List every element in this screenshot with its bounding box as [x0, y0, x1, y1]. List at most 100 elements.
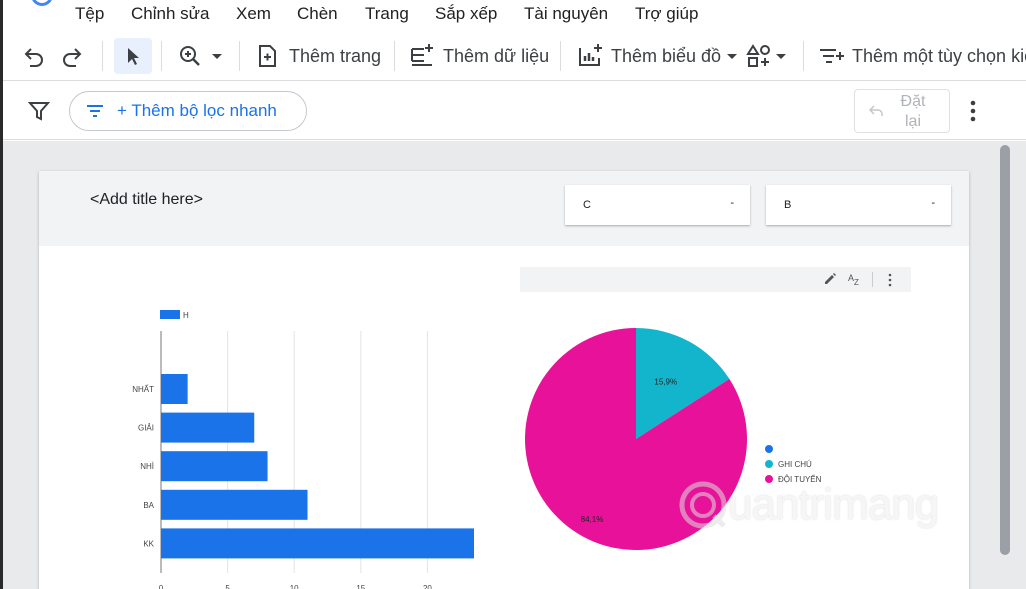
y-category-label: NHÌ: [140, 462, 154, 471]
menu-edit[interactable]: Chỉnh sửa: [131, 4, 209, 24]
menu-file[interactable]: Tệp: [75, 4, 104, 24]
y-category-label: KK: [143, 539, 154, 548]
cursor-arrow-icon: [128, 48, 139, 65]
bar: [161, 528, 474, 559]
control-label: B: [784, 199, 792, 211]
zoom-button[interactable]: [178, 44, 224, 68]
y-category-label: NHẤT: [132, 384, 154, 394]
legend-dot: [765, 445, 773, 453]
page-title[interactable]: <Add title here>: [90, 191, 203, 209]
zoom-in-icon: [180, 46, 200, 66]
reset-label: Đặt lại: [895, 92, 931, 132]
add-chart-label: Thêm biểu đồ: [611, 45, 722, 66]
bar: [161, 489, 308, 520]
menu-resource[interactable]: Tài nguyên: [524, 4, 608, 24]
more-options-button[interactable]: [969, 99, 977, 123]
add-page-label: Thêm trang: [289, 45, 382, 66]
more-vertical-icon: [970, 100, 976, 122]
chevron-down-icon: [212, 54, 222, 59]
reset-arrow-icon: [869, 105, 883, 116]
x-tick-label: 5: [225, 584, 230, 589]
x-tick-label: 15: [356, 584, 365, 589]
add-data-button[interactable]: Thêm dữ liệu: [409, 44, 549, 68]
bar: [161, 374, 188, 404]
add-data-icon: [411, 44, 433, 66]
chevron-down-icon: [727, 54, 738, 59]
undo-button[interactable]: [22, 44, 46, 68]
sort-az-icon[interactable]: AZ: [847, 272, 863, 286]
chart-toolbar: AZ: [520, 267, 911, 292]
chart-legend: GHI CHÚ ĐỘI TUYỂN: [765, 445, 822, 484]
reset-button[interactable]: Đặt lại: [854, 89, 950, 133]
select-tool-button[interactable]: [114, 38, 152, 74]
add-control-button[interactable]: Thêm một tùy chọn kiể: [818, 44, 1026, 68]
chevron-down-icon: -: [931, 197, 935, 209]
quick-filter-button[interactable]: + Thêm bộ lọc nhanh: [69, 91, 307, 131]
add-data-label: Thêm dữ liệu: [443, 45, 550, 66]
reset-label-line1: Đặt: [900, 93, 926, 110]
y-category-label: BA: [143, 501, 154, 510]
legend-label: GHI CHÚ: [778, 460, 812, 469]
add-chart-button[interactable]: Thêm biểu đồ: [577, 44, 739, 68]
toolbar-divider: [560, 41, 561, 71]
svg-text:Z: Z: [854, 278, 859, 286]
add-control-label: Thêm một tùy chọn kiể: [852, 45, 1026, 66]
chevron-down-icon: -: [730, 197, 734, 209]
add-page-button[interactable]: Thêm trang: [255, 44, 381, 68]
menu-page[interactable]: Trang: [365, 4, 409, 24]
legend-dot: [765, 460, 773, 468]
quick-filter-label: + Thêm bộ lọc nhanh: [117, 101, 277, 120]
bar: [161, 412, 255, 443]
app-window: Tệp Chỉnh sửa Xem Chèn Trang Sắp xếp Tài…: [0, 0, 1026, 589]
filter-button[interactable]: [28, 100, 50, 122]
report-page: <Add title here> C - B - H0510152025NHẤT…: [39, 171, 969, 589]
vertical-scrollbar[interactable]: [1000, 145, 1010, 555]
legend-swatch: [160, 310, 180, 319]
legend-dot: [765, 475, 773, 483]
app-logo-icon: [31, 0, 53, 6]
legend-label: ĐỘI TUYỂN: [778, 475, 822, 484]
y-category-label: GIẢI: [138, 424, 154, 433]
pie-slice-label: 15,9%: [654, 377, 677, 386]
control-dropdown-b[interactable]: B -: [766, 185, 951, 225]
filter-icon: [28, 102, 50, 121]
toolbar-divider: [239, 41, 240, 71]
pie-slice-label: 84,1%: [581, 515, 604, 524]
redo-button[interactable]: [60, 44, 84, 68]
bar-chart[interactable]: H0510152025NHẤTGIẢINHÌBAKK: [84, 301, 474, 589]
pie-chart[interactable]: 15,9% 84,1% GHI CHÚ ĐỘI TUYỂN: [520, 326, 850, 551]
filter-bar: + Thêm bộ lọc nhanh Đặt lại: [3, 82, 1026, 140]
add-component-button[interactable]: [746, 44, 788, 68]
x-tick-label: 0: [159, 584, 164, 589]
report-canvas: <Add title here> C - B - H0510152025NHẤT…: [3, 141, 1026, 589]
chevron-down-icon: [776, 54, 786, 59]
menu-arrange[interactable]: Sắp xếp: [435, 4, 497, 24]
menu-view[interactable]: Xem: [236, 4, 271, 24]
page-header: <Add title here> C - B -: [39, 171, 969, 246]
menu-bar: Tệp Chỉnh sửa Xem Chèn Trang Sắp xếp Tài…: [3, 0, 1026, 30]
x-tick-label: 10: [290, 584, 299, 589]
add-control-icon: [820, 49, 844, 63]
bar: [161, 451, 268, 482]
control-dropdown-c[interactable]: C -: [565, 185, 750, 225]
reset-label-line2: lại: [904, 113, 921, 130]
redo-icon: [63, 48, 82, 67]
toolbar-divider: [102, 41, 103, 71]
toolbar-divider: [803, 41, 804, 71]
toolbar-divider: [394, 41, 395, 71]
undo-icon: [24, 48, 43, 67]
toolbar: Thêm trang Thêm dữ liệu Thêm biểu đồ Thê…: [3, 31, 1026, 81]
add-chart-icon: [579, 44, 602, 66]
chart-legend: H: [160, 310, 189, 320]
add-page-icon: [259, 45, 276, 67]
add-component-icon: [746, 44, 770, 67]
filter-list-icon: [87, 105, 103, 117]
more-vertical-icon[interactable]: [888, 273, 892, 287]
control-label: C: [583, 199, 591, 211]
menu-insert[interactable]: Chèn: [297, 4, 338, 24]
legend-label: H: [183, 311, 189, 320]
toolbar-divider: [161, 41, 162, 71]
chart-toolbar-divider: [872, 272, 873, 287]
edit-pencil-icon[interactable]: [823, 272, 837, 286]
menu-help[interactable]: Trợ giúp: [635, 4, 698, 24]
